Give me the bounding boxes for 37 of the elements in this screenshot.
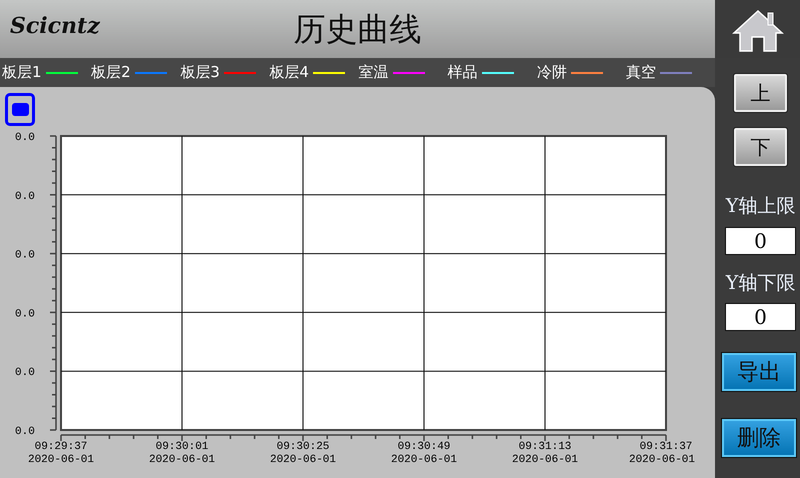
legend-label: 板层3: [180, 62, 220, 84]
x-axis-date: 2020-06-01: [391, 454, 457, 466]
select-button[interactable]: [5, 93, 35, 126]
y-axis-label: 0.0: [15, 426, 35, 438]
legend-label: 真空: [626, 62, 656, 84]
legend-label: 冷阱: [536, 62, 567, 84]
y-min-label: Y轴下限: [726, 270, 796, 296]
x-axis-time: 09:30:49: [398, 441, 450, 453]
y-max-field[interactable]: 0: [725, 226, 796, 254]
x-axis-date: 2020-06-01: [512, 454, 578, 466]
x-axis-date: 2020-06-01: [270, 454, 336, 466]
down-button[interactable]: 下: [734, 128, 787, 166]
y-max-label: Y轴上限: [726, 194, 796, 219]
x-axis-time: 09:30:01: [156, 441, 208, 453]
y-axis-label: 0.0: [15, 308, 35, 320]
y-axis-label: 0.0: [15, 132, 35, 144]
delete-button[interactable]: 删除: [722, 419, 796, 457]
y-axis-label: 0.0: [15, 250, 35, 262]
export-button[interactable]: 导出: [722, 353, 796, 391]
x-axis-date: 2020-06-01: [149, 454, 215, 466]
x-axis-time: 09:31:13: [518, 441, 572, 453]
page-title: 历史曲线: [294, 9, 422, 50]
x-axis-date: 2020-06-01: [28, 454, 94, 466]
legend-label: 板层4: [269, 62, 309, 84]
x-axis-date: 2020-06-01: [629, 454, 695, 466]
x-axis-time: 09:31:37: [640, 441, 692, 453]
x-axis-time: 09:29:37: [34, 441, 88, 453]
x-axis-time: 09:30:25: [276, 441, 330, 453]
logo-text: Scicntz: [10, 12, 100, 41]
y-min-field[interactable]: 0: [725, 303, 796, 331]
up-button[interactable]: 上: [734, 74, 787, 112]
y-axis-label: 0.0: [15, 190, 35, 203]
legend-label: 室温: [358, 62, 388, 84]
legend-label: 板层1: [2, 62, 42, 84]
legend-label: 样品: [448, 62, 478, 84]
legend-label: 板层2: [91, 62, 131, 84]
y-axis-label: 0.0: [15, 367, 35, 380]
